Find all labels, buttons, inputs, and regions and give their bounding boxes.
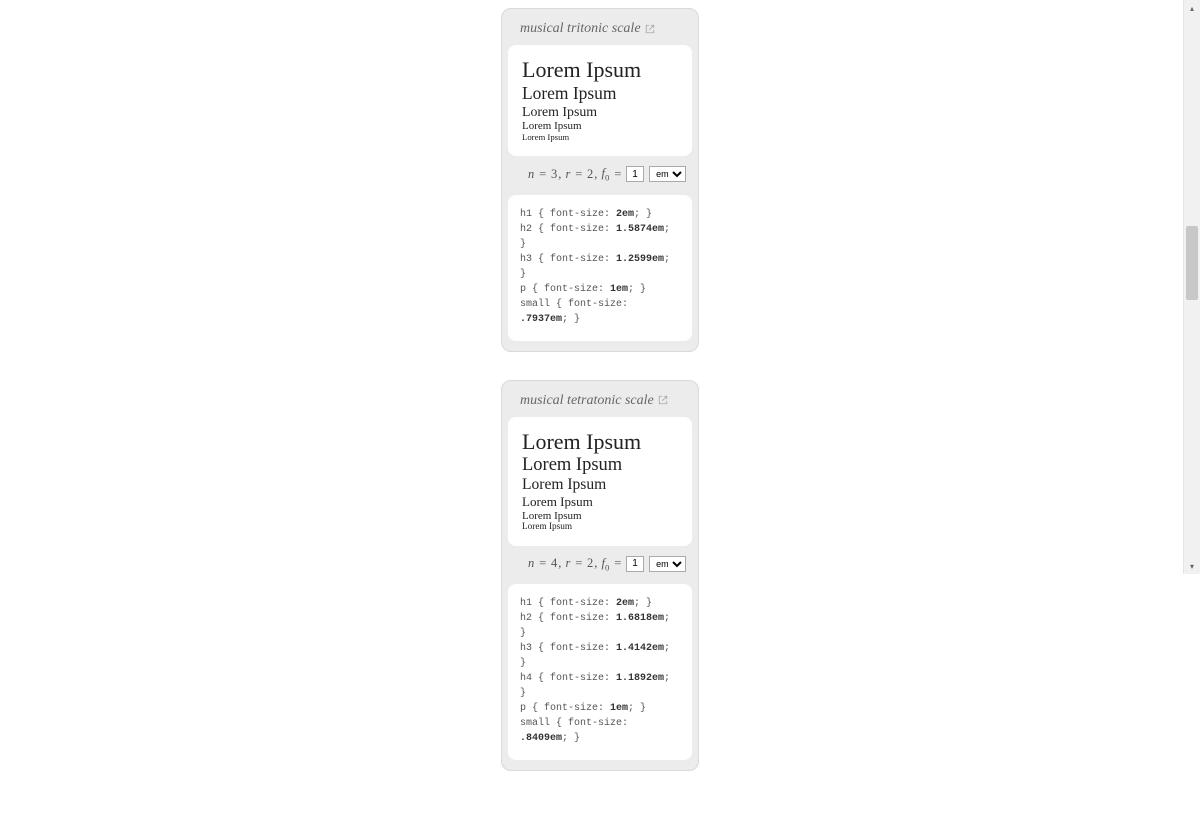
formula-row: n = 3, r = 2, f0 = em — [508, 156, 692, 189]
scale-title-link[interactable]: musical tetratonic scale — [520, 393, 654, 409]
css-output-box: h1 { font-size: 2em; }h2 { font-size: 1.… — [508, 195, 692, 341]
type-sample-line: Lorem Ipsum — [522, 455, 678, 476]
css-rule-line: p { font-size: 1em; } — [520, 701, 682, 716]
formula-row: n = 4, r = 2, f0 = em — [508, 546, 692, 579]
scroll-down-arrow[interactable]: ▾ — [1184, 558, 1200, 574]
css-rule-line: small { font-size: .7937em; } — [520, 297, 682, 327]
type-sample-line: Lorem Ipsum — [522, 476, 678, 494]
css-rule-line: h1 { font-size: 2em; } — [520, 207, 682, 222]
css-rule-line: h3 { font-size: 1.4142em; } — [520, 641, 682, 671]
r-value: 2 — [587, 556, 593, 571]
type-sample-line: Lorem Ipsum — [522, 83, 678, 104]
css-rule-line: h3 { font-size: 1.2599em; } — [520, 252, 682, 282]
type-sample-line: Lorem Ipsum — [522, 104, 678, 120]
type-sample-line: Lorem Ipsum — [522, 522, 678, 532]
n-value: 3 — [551, 167, 557, 182]
external-link-icon — [658, 393, 668, 409]
external-link-icon — [645, 21, 655, 37]
css-rule-line: p { font-size: 1em; } — [520, 282, 682, 297]
type-sample-line: Lorem Ipsum — [522, 57, 678, 83]
css-rule-line: small { font-size: .8409em; } — [520, 716, 682, 746]
f0-input[interactable] — [626, 166, 644, 182]
type-sample-line: Lorem Ipsum — [522, 510, 678, 522]
scale-card: musical tetratonic scaleLorem IpsumLorem… — [501, 380, 699, 772]
css-rule-line: h1 { font-size: 2em; } — [520, 596, 682, 611]
type-sample-box: Lorem IpsumLorem IpsumLorem IpsumLorem I… — [508, 45, 692, 156]
scroll-up-arrow[interactable]: ▴ — [1184, 0, 1200, 16]
type-sample-line: Lorem Ipsum — [522, 120, 678, 132]
type-sample-line: Lorem Ipsum — [522, 494, 678, 510]
scale-card: musical tritonic scaleLorem IpsumLorem I… — [501, 8, 699, 352]
css-rule-line: h2 { font-size: 1.6818em; } — [520, 611, 682, 641]
scroll-thumb[interactable] — [1186, 226, 1198, 300]
n-value: 4 — [551, 556, 557, 571]
css-output-box: h1 { font-size: 2em; }h2 { font-size: 1.… — [508, 584, 692, 760]
css-rule-line: h2 { font-size: 1.5874em; } — [520, 222, 682, 252]
r-value: 2 — [587, 167, 593, 182]
f0-input[interactable] — [626, 556, 644, 572]
type-sample-line: Lorem Ipsum — [522, 132, 678, 142]
scale-title-link[interactable]: musical tritonic scale — [520, 21, 641, 37]
css-rule-line: h4 { font-size: 1.1892em; } — [520, 671, 682, 701]
vertical-scrollbar[interactable]: ▴ ▾ — [1183, 0, 1200, 574]
unit-select[interactable]: em — [649, 556, 686, 572]
type-sample-box: Lorem IpsumLorem IpsumLorem IpsumLorem I… — [508, 417, 692, 546]
unit-select[interactable]: em — [649, 166, 686, 182]
type-sample-line: Lorem Ipsum — [522, 429, 678, 455]
